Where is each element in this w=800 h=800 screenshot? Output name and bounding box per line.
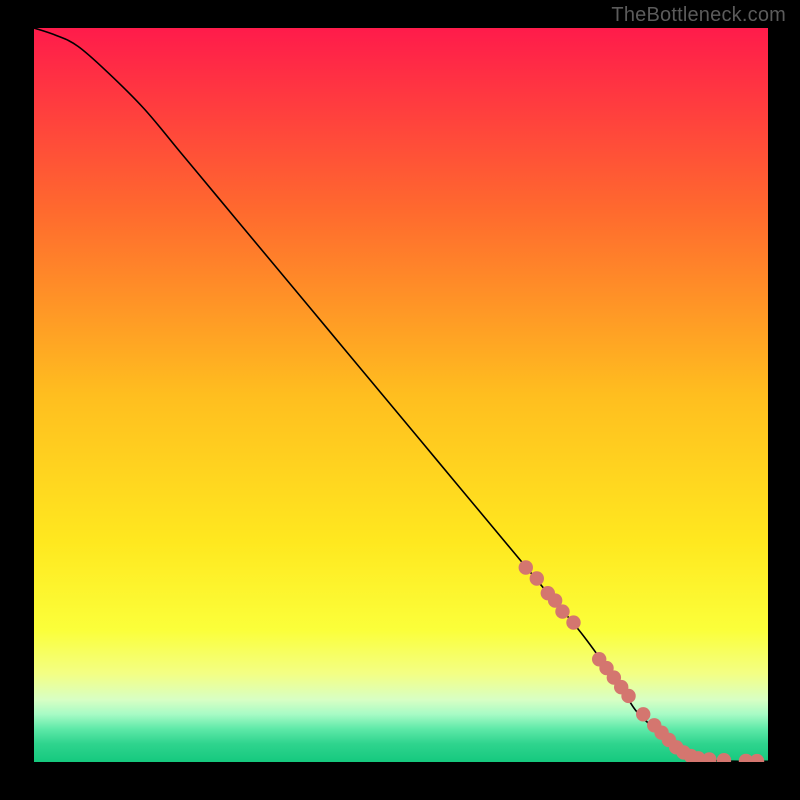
data-point	[519, 560, 533, 574]
data-point	[530, 571, 544, 585]
data-point	[555, 604, 569, 618]
data-point	[636, 707, 650, 721]
watermark-text: TheBottleneck.com	[611, 4, 786, 27]
data-point	[621, 689, 635, 703]
chart-plot-area	[34, 28, 768, 762]
data-point	[717, 753, 731, 762]
highlighted-points-group	[519, 560, 765, 762]
curve-line	[34, 28, 768, 761]
chart-curve-layer	[34, 28, 768, 762]
data-point	[566, 615, 580, 629]
data-point	[750, 754, 764, 762]
data-point	[702, 752, 716, 762]
